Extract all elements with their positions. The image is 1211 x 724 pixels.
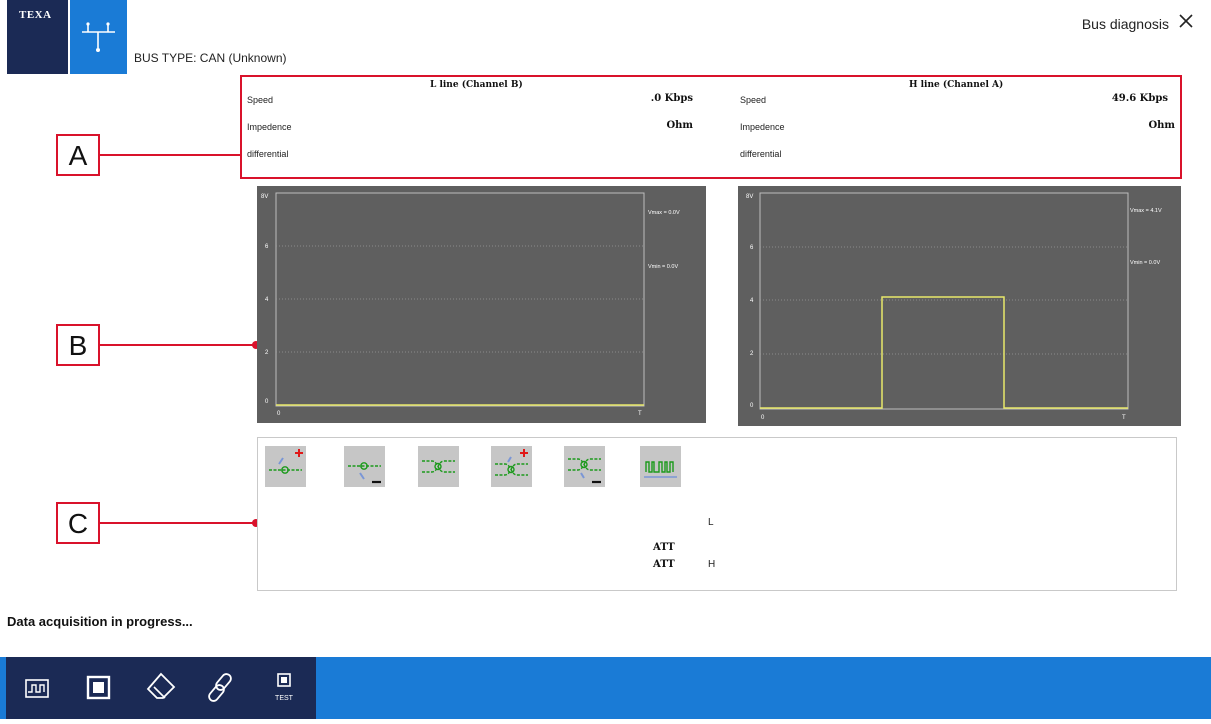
y-tick-6: 6 [265, 244, 269, 250]
att-label-1: ATT [653, 542, 675, 553]
h-impedence-label: Impedence [740, 122, 785, 132]
h-label: H [708, 559, 716, 570]
bus-type-label: BUS TYPE: CAN (Unknown) [134, 51, 287, 65]
callout-b: B [56, 324, 100, 366]
l-impedence-value: Ohm [666, 120, 693, 131]
waveform-icon [25, 679, 49, 698]
texa-logo: TEXA [7, 0, 68, 74]
vmin-label: Vmin = 0.0V [648, 264, 678, 270]
test-label: TEST [275, 695, 294, 702]
stop-icon [86, 675, 111, 700]
line-info-panel: L line (Channel B) Speed .0 Kbps Impeden… [240, 75, 1182, 179]
y-tick-8v: 8V [746, 194, 753, 200]
stop-button[interactable] [68, 657, 130, 719]
callout-a: A [56, 134, 100, 176]
scope-l-line: 8V 6 4 2 0 0 T Vmax = 0.0V Vmin = 0.0V [257, 186, 706, 423]
vmin-label: Vmin = 0.0V [1130, 260, 1160, 266]
connect-lines-icon[interactable] [418, 446, 459, 487]
y-tick-2: 2 [750, 351, 754, 357]
bottom-toolbar: TEST [0, 657, 1211, 719]
callout-b-line [100, 344, 255, 346]
link-icon [208, 673, 232, 702]
y-tick-0: 0 [265, 399, 269, 405]
scope-h-line: 8V 6 4 2 0 0 T Vmax = 4.1V Vmin = 0.0V [738, 186, 1181, 426]
eraser-button[interactable] [130, 657, 192, 719]
l-label: L [708, 517, 714, 528]
remove-line-connection-icon[interactable] [564, 446, 605, 487]
termination-panel: L ATT ATT H [257, 437, 1177, 591]
callout-c: C [56, 502, 100, 544]
test-icon: TEST [275, 673, 294, 702]
status-text: Data acquisition in progress... [7, 614, 193, 629]
signal-trace [760, 296, 1128, 409]
l-line-title: L line (Channel B) [430, 80, 523, 90]
link-button[interactable] [192, 657, 254, 719]
y-tick-8v: 8V [261, 194, 268, 200]
l-speed-label: Speed [247, 95, 274, 105]
remove-termination-icon[interactable] [344, 446, 385, 487]
signal-waveform-icon[interactable] [640, 446, 681, 487]
l-speed-value: .0 Kbps [650, 93, 693, 104]
h-differential-label: differential [740, 149, 782, 159]
add-termination-icon[interactable] [265, 446, 306, 487]
callout-a-line [100, 154, 240, 156]
y-tick-4: 4 [750, 298, 754, 304]
vmax-label: Vmax = 0.0V [648, 210, 680, 216]
att-label-2: ATT [653, 559, 675, 570]
eraser-icon [146, 672, 176, 699]
close-icon[interactable] [1176, 11, 1196, 31]
x-end-label: T [1122, 415, 1126, 421]
y-tick-4: 4 [265, 297, 269, 303]
y-tick-0: 0 [750, 403, 754, 409]
y-tick-2: 2 [265, 350, 269, 356]
bus-network-icon [70, 0, 127, 74]
x-start-label: 0 [761, 415, 765, 421]
callout-c-line [100, 522, 255, 524]
h-speed-label: Speed [740, 95, 767, 105]
logo-text: TEXA [19, 9, 52, 21]
l-differential-label: differential [247, 149, 289, 159]
h-impedence-value: Ohm [1148, 120, 1175, 131]
waveform-button[interactable] [6, 657, 68, 719]
page-title: Bus diagnosis [1081, 16, 1169, 32]
x-start-label: 0 [277, 411, 281, 417]
h-speed-value: 49.6 Kbps [1111, 93, 1168, 104]
test-button[interactable]: TEST [254, 657, 316, 719]
h-line-title: H line (Channel A) [909, 80, 1004, 90]
l-impedence-label: Impedence [247, 122, 292, 132]
vmax-label: Vmax = 4.1V [1130, 208, 1162, 214]
y-tick-6: 6 [750, 245, 754, 251]
x-end-label: T [638, 411, 642, 417]
add-line-connection-icon[interactable] [491, 446, 532, 487]
